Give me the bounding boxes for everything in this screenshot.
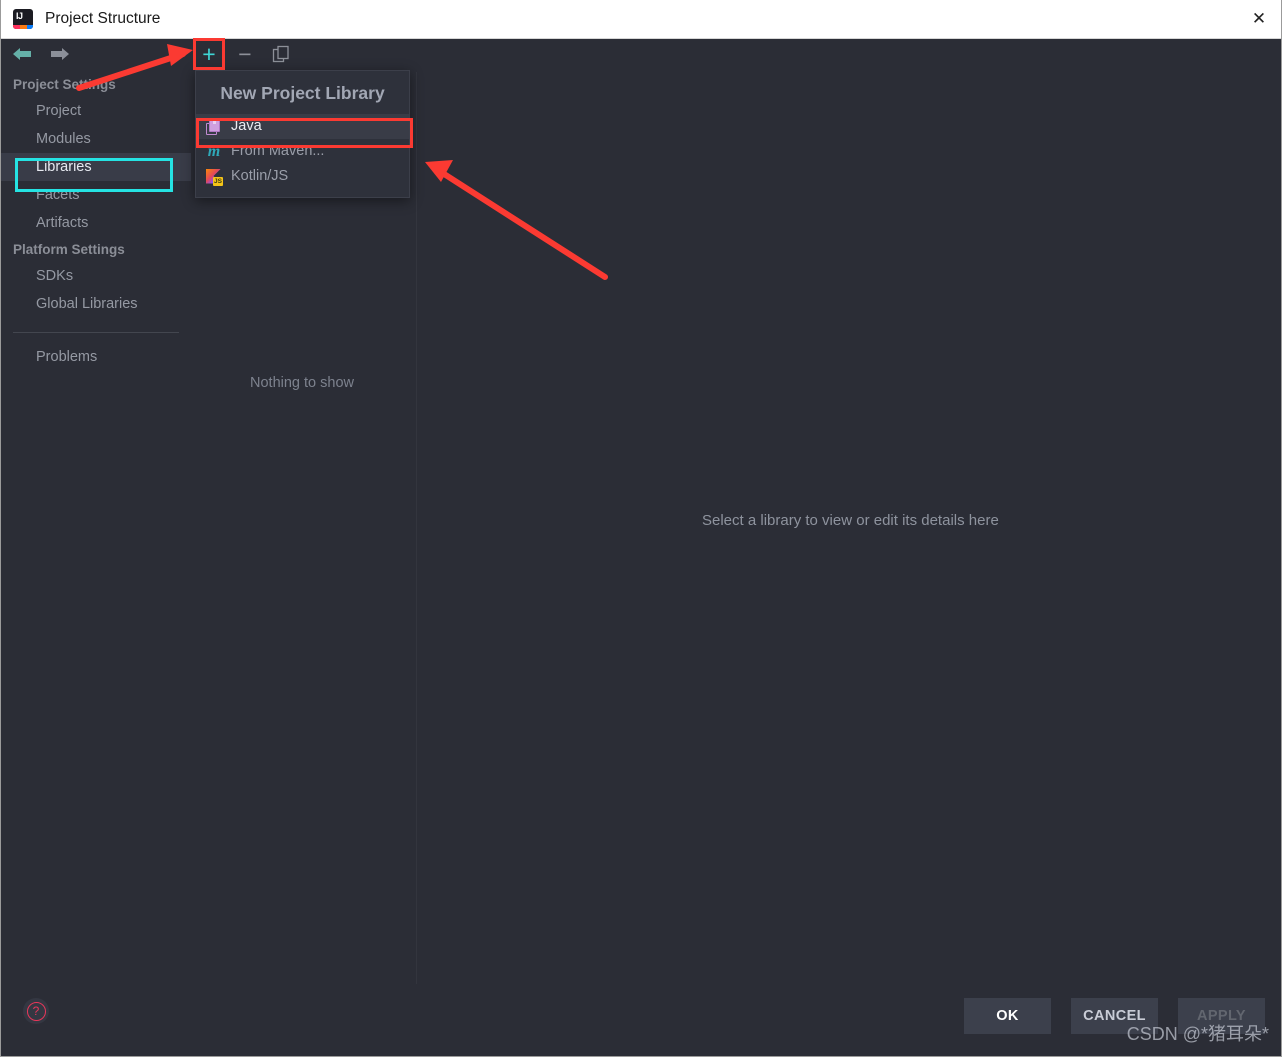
csdn-watermark: CSDN @*猪耳朵*: [1126, 1024, 1269, 1044]
intellij-idea-icon: IJ: [13, 9, 33, 29]
remove-library-button[interactable]: −: [231, 41, 259, 67]
minus-icon: −: [238, 41, 252, 67]
popup-item-java[interactable]: Java: [196, 114, 409, 139]
popup-item-kotlin-js-label: Kotlin/JS: [231, 168, 289, 184]
popup-title: New Project Library: [220, 83, 385, 103]
library-action-toolbar: + −: [195, 40, 295, 68]
maven-icon: m: [207, 142, 221, 160]
library-detail-pane: Select a library to view or edit its det…: [418, 72, 1281, 984]
sidebar-item-libraries[interactable]: Libraries: [1, 153, 191, 181]
close-icon[interactable]: ✕: [1235, 0, 1281, 38]
sidebar-divider: [13, 332, 179, 333]
title-bar: IJ Project Structure ✕: [1, 0, 1281, 39]
navigation-arrows: [9, 42, 73, 66]
detail-hint-message: Select a library to view or edit its det…: [702, 512, 999, 529]
copy-icon: [272, 45, 289, 62]
java-library-icon: [206, 118, 222, 135]
sidebar-item-problems[interactable]: Problems: [1, 343, 191, 371]
window-title: Project Structure: [45, 10, 161, 27]
forward-arrow-icon[interactable]: [47, 42, 73, 66]
question-mark-icon: ?: [26, 1001, 46, 1021]
sidebar-group-platform-settings: Platform Settings: [13, 242, 125, 257]
copy-library-button[interactable]: [267, 41, 295, 67]
library-list-pane: Nothing to show: [192, 72, 417, 984]
popup-item-kotlin-js[interactable]: JS Kotlin/JS: [196, 164, 409, 189]
sidebar-item-modules[interactable]: Modules: [1, 125, 191, 153]
kotlin-js-icon: JS: [206, 168, 223, 186]
new-project-library-popup: New Project Library Java m From Maven...…: [195, 70, 410, 198]
sidebar-item-artifacts[interactable]: Artifacts: [1, 209, 191, 237]
back-arrow-icon[interactable]: [9, 42, 35, 66]
sidebar-item-project[interactable]: Project: [1, 97, 191, 125]
empty-list-message: Nothing to show: [250, 375, 354, 391]
ok-button[interactable]: OK: [964, 998, 1051, 1034]
popup-item-from-maven[interactable]: m From Maven...: [196, 139, 409, 164]
help-button[interactable]: ?: [23, 998, 49, 1024]
sidebar-item-sdks[interactable]: SDKs: [1, 262, 191, 290]
settings-sidebar: Project Settings Project Modules Librari…: [1, 72, 191, 984]
project-structure-dialog: IJ Project Structure ✕ + − Project Setti…: [0, 0, 1282, 1057]
sidebar-group-project-settings: Project Settings: [13, 77, 116, 92]
plus-icon: +: [202, 41, 216, 67]
sidebar-item-facets[interactable]: Facets: [1, 181, 191, 209]
add-library-button[interactable]: +: [195, 41, 223, 67]
popup-item-java-label: Java: [231, 118, 262, 134]
popup-item-from-maven-label: From Maven...: [231, 143, 325, 159]
dialog-bottom-bar: ? OK CANCEL APPLY: [1, 984, 1281, 1056]
sidebar-item-global-libraries[interactable]: Global Libraries: [1, 290, 191, 318]
